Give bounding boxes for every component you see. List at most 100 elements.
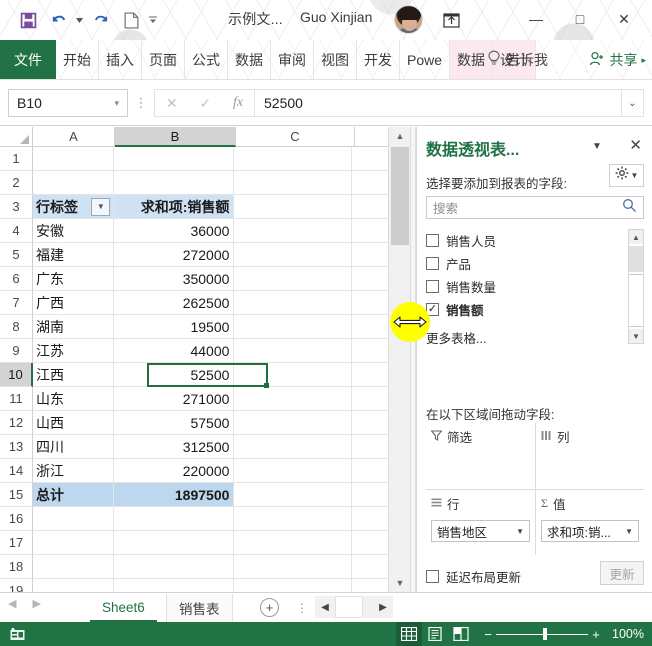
tab-formulas[interactable]: 公式 [185, 40, 228, 80]
cell-A3[interactable]: 行标签▼ [33, 195, 114, 219]
area-columns[interactable]: 列 [535, 423, 644, 489]
cell-B13[interactable]: 312500 [114, 435, 234, 459]
cell-B8[interactable]: 19500 [114, 315, 234, 339]
cell-C6[interactable] [234, 267, 352, 291]
cell-A2[interactable] [33, 171, 114, 195]
cell-C3[interactable] [234, 195, 352, 219]
cell-B5[interactable]: 272000 [114, 243, 234, 267]
cell-A9[interactable]: 江苏 [33, 339, 114, 363]
tab-page-layout[interactable]: 页面 [142, 40, 185, 80]
column-header-a[interactable]: A [33, 127, 115, 147]
field-item-sales-amount[interactable]: ✓ 销售额 [426, 298, 644, 321]
zoom-out-button[interactable]: − [480, 627, 496, 642]
redo-icon[interactable] [87, 7, 115, 33]
cell-B6[interactable]: 350000 [114, 267, 234, 291]
tell-me-box[interactable]: 告诉我 [487, 40, 548, 80]
insert-function-icon[interactable]: fx [233, 95, 243, 111]
cancel-formula-icon[interactable]: ✕ [166, 95, 178, 112]
cell-B3[interactable]: 求和项:销售额 [114, 195, 234, 219]
cell-A17[interactable] [33, 531, 114, 555]
save-icon[interactable] [14, 7, 42, 33]
name-box-caret-icon[interactable]: ▾ [114, 98, 119, 109]
formula-input[interactable]: 52500 [254, 89, 622, 117]
avatar[interactable] [394, 5, 423, 34]
tab-powerpivot[interactable]: Powe [400, 40, 450, 80]
cell-C16[interactable] [234, 507, 352, 531]
cell-A11[interactable]: 山东 [33, 387, 114, 411]
row-header-5[interactable]: 5 [0, 243, 33, 267]
tab-home[interactable]: 开始 [56, 40, 99, 80]
search-icon[interactable] [622, 198, 637, 218]
cell-B17[interactable] [114, 531, 234, 555]
cell-A5[interactable]: 福建 [33, 243, 114, 267]
new-document-icon[interactable] [117, 7, 145, 33]
area-rows-field-pill[interactable]: 销售地区 ▼ [431, 520, 530, 542]
row-header-4[interactable]: 4 [0, 219, 33, 243]
cell-A6[interactable]: 广东 [33, 267, 114, 291]
pane-tools-button[interactable]: ▼ [609, 164, 644, 187]
row-header-12[interactable]: 12 [0, 411, 33, 435]
sheet-tab-sales[interactable]: 销售表 [166, 594, 233, 622]
cell-C11[interactable] [234, 387, 352, 411]
area-values-field-pill[interactable]: 求和项:销... ▼ [541, 520, 639, 542]
cell-A4[interactable]: 安徽 [33, 219, 114, 243]
select-all-corner[interactable] [0, 127, 33, 147]
cell-A7[interactable]: 广西 [33, 291, 114, 315]
field-checkbox[interactable] [426, 234, 439, 247]
field-list-scroll-down-icon[interactable]: ▼ [629, 329, 643, 343]
row-header-11[interactable]: 11 [0, 387, 33, 411]
row-header-17[interactable]: 17 [0, 531, 33, 555]
cell-C15[interactable] [234, 483, 352, 507]
defer-layout-checkbox[interactable] [426, 570, 439, 583]
cell-B7[interactable]: 262500 [114, 291, 234, 315]
chevron-down-icon[interactable]: ▼ [625, 527, 633, 536]
cell-B11[interactable]: 271000 [114, 387, 234, 411]
cell-B18[interactable] [114, 555, 234, 579]
horizontal-scroll-track[interactable] [363, 596, 373, 618]
field-list-scroll-track[interactable] [629, 274, 643, 327]
cell-B12[interactable]: 57500 [114, 411, 234, 435]
scroll-up-icon[interactable]: ▲ [389, 127, 411, 145]
horizontal-scroll-thumb[interactable] [335, 596, 363, 618]
cell-A10[interactable]: 江西 [33, 363, 114, 387]
cell-A13[interactable]: 四川 [33, 435, 114, 459]
area-filters[interactable]: 筛选 [426, 423, 535, 489]
tab-review[interactable]: 审阅 [271, 40, 314, 80]
row-header-9[interactable]: 9 [0, 339, 33, 363]
cell-B4[interactable]: 36000 [114, 219, 234, 243]
horizontal-scrollbar[interactable]: ◀ ▶ [315, 596, 393, 618]
cell-C14[interactable] [234, 459, 352, 483]
cell-A14[interactable]: 浙江 [33, 459, 114, 483]
row-header-1[interactable]: 1 [0, 147, 33, 171]
field-list-scrollbar[interactable]: ▲ ▼ [628, 229, 644, 344]
cell-A12[interactable]: 山西 [33, 411, 114, 435]
row-header-16[interactable]: 16 [0, 507, 33, 531]
pane-menu-caret-icon[interactable]: ▼ [592, 141, 602, 152]
zoom-thumb[interactable] [543, 628, 547, 640]
minimize-button[interactable]: — [514, 4, 558, 34]
tab-data[interactable]: 数据 [228, 40, 271, 80]
share-button[interactable]: 共享 ▸ [589, 40, 646, 80]
expand-formula-bar-icon[interactable]: ⌄ [622, 89, 644, 117]
cell-C8[interactable] [234, 315, 352, 339]
field-item-product[interactable]: 产品 [426, 252, 644, 275]
cell-C9[interactable] [234, 339, 352, 363]
confirm-formula-icon[interactable]: ✓ [199, 95, 211, 112]
user-name[interactable]: Guo Xinjian [300, 9, 372, 25]
column-header-c[interactable]: C [236, 127, 355, 147]
cell-B9[interactable]: 44000 [114, 339, 234, 363]
cell-C5[interactable] [234, 243, 352, 267]
name-box[interactable]: B10 ▾ [8, 89, 128, 117]
area-values[interactable]: Σ 值 求和项:销... ▼ [535, 489, 644, 555]
row-header-18[interactable]: 18 [0, 555, 33, 579]
column-header-b[interactable]: B [115, 127, 236, 147]
sheet-overflow-icon[interactable]: ⋮ [296, 601, 308, 615]
customize-quick-access-icon[interactable] [147, 7, 158, 33]
cell-B16[interactable] [114, 507, 234, 531]
cell-B14[interactable]: 220000 [114, 459, 234, 483]
field-item-salesperson[interactable]: 销售人员 [426, 229, 644, 252]
cell-A8[interactable]: 湖南 [33, 315, 114, 339]
cell-B1[interactable] [114, 147, 234, 171]
row-header-7[interactable]: 7 [0, 291, 33, 315]
undo-icon[interactable] [44, 7, 72, 33]
